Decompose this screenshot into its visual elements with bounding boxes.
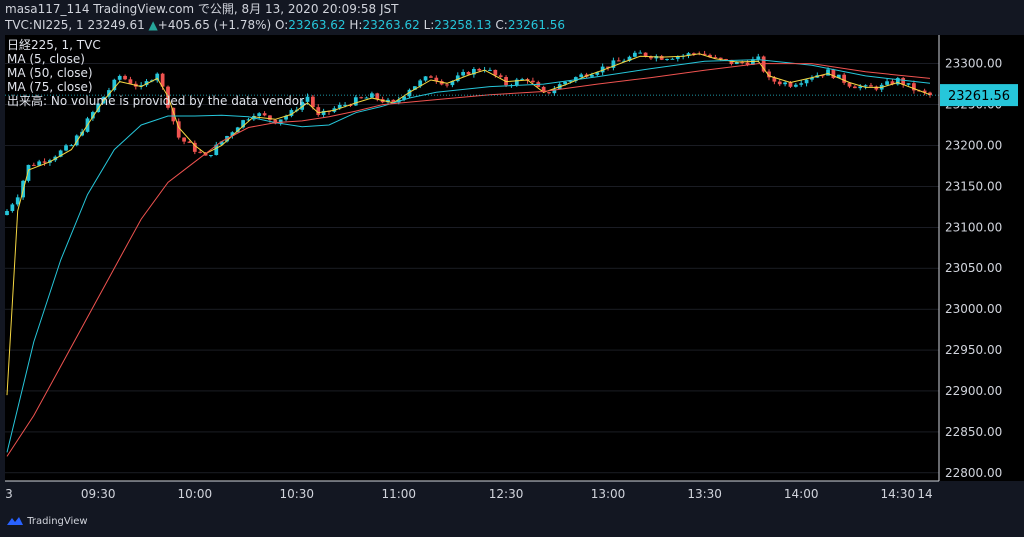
y-axis-ticks: 22800.00 22850.00 22900.00 22950.00 23000.00… [945, 57, 1002, 480]
candle-body [665, 59, 669, 61]
ma50-line [6, 59, 931, 453]
y-tick-label: 23100.00 [945, 220, 1002, 234]
legend-volume[interactable]: 出来高: No volume is provided by the data v… [7, 94, 307, 108]
candle-body [466, 71, 471, 75]
candle-body [257, 113, 262, 116]
candle-body [31, 164, 36, 166]
candle-body [799, 83, 804, 85]
legend-title: 日経225, 1, TVC [7, 38, 101, 52]
candle-body [477, 68, 482, 71]
x-tick-label: 10:00 [178, 487, 213, 501]
candle-body [26, 164, 31, 181]
y-tick-label: 22800.00 [945, 466, 1002, 480]
tradingview-logo-icon [7, 517, 23, 525]
candle-body [783, 82, 787, 85]
y-tick-label: 23000.00 [945, 302, 1002, 316]
candle-body [198, 151, 203, 153]
candle-body [488, 69, 492, 71]
candle-body [793, 84, 798, 87]
candle-body [906, 83, 911, 85]
tradingview-brand[interactable]: TradingView [6, 516, 88, 527]
candle-body [590, 74, 594, 77]
candle-body [777, 81, 782, 85]
candle-body [429, 76, 433, 78]
x-axis-ticks: 3 09:30 10:00 10:30 11:00 12:30 13:00 13:30 14:0… [5, 487, 932, 501]
candle-body [375, 93, 380, 100]
candle-body [64, 145, 68, 151]
chart-legend: 日経225, 1, TVC MA (5, close) MA (50, clos… [7, 38, 307, 108]
candle-body [885, 81, 889, 85]
legend-ma5[interactable]: MA (5, close) [7, 52, 307, 66]
candle-body [10, 204, 15, 212]
candle-body [670, 58, 675, 60]
candle-body [498, 75, 503, 77]
x-tick-label: 14 [917, 487, 932, 501]
candle-body [187, 141, 192, 143]
candle-body [445, 84, 449, 86]
candle-body [209, 155, 213, 157]
candle-body [15, 197, 20, 205]
candle-body [69, 145, 74, 147]
candle-body [632, 52, 637, 57]
brand-label: TradingView [27, 516, 88, 527]
legend-ma50[interactable]: MA (50, close) [7, 66, 307, 80]
y-tick-label: 23050.00 [945, 261, 1002, 275]
candle-body [547, 92, 551, 94]
candle-body [842, 74, 847, 83]
candle-body [756, 56, 761, 60]
candle-body [493, 69, 498, 76]
candle-body [643, 52, 648, 57]
candle-body [804, 79, 809, 84]
legend-ma75[interactable]: MA (75, close) [7, 80, 307, 94]
candle-body [182, 137, 186, 142]
candle-body [359, 97, 364, 99]
y-tick-label: 22950.00 [945, 343, 1002, 357]
candle-body [852, 86, 857, 89]
candle-body [869, 85, 873, 87]
x-tick-label: 12:30 [489, 487, 524, 501]
y-tick-label: 23200.00 [945, 138, 1002, 152]
x-tick-label: 14:00 [784, 487, 819, 501]
grid-lines [5, 63, 939, 474]
y-tick-label: 23300.00 [945, 57, 1002, 71]
candle-body [826, 69, 830, 76]
x-tick-label: 14:30 [881, 487, 916, 501]
candle-body [262, 113, 267, 116]
ma75-line [6, 63, 931, 457]
candle-body [353, 97, 358, 106]
candle-body [42, 161, 47, 163]
candle-body [310, 96, 315, 108]
x-tick-label: 10:30 [279, 487, 314, 501]
candle-body [788, 82, 793, 87]
candle-body [616, 60, 621, 62]
y-tick-label: 23150.00 [945, 179, 1002, 193]
footer-bar [0, 507, 1024, 537]
x-tick-label: 11:00 [381, 487, 416, 501]
candle-body [5, 211, 9, 216]
x-tick-label: 3 [5, 487, 13, 501]
candle-body [579, 74, 584, 78]
x-tick-label: 13:30 [687, 487, 722, 501]
candle-body [423, 76, 428, 81]
x-tick-label: 09:30 [81, 487, 116, 501]
last-price-label: 23261.56 [948, 89, 1010, 104]
candle-body [531, 80, 535, 83]
candle-body [461, 71, 466, 76]
candle-body [863, 85, 868, 87]
y-tick-label: 22850.00 [945, 425, 1002, 439]
moving-averages [6, 53, 931, 457]
y-tick-label: 22900.00 [945, 384, 1002, 398]
candle-body [364, 97, 369, 99]
x-tick-label: 13:00 [591, 487, 626, 501]
candle-body [638, 52, 643, 54]
